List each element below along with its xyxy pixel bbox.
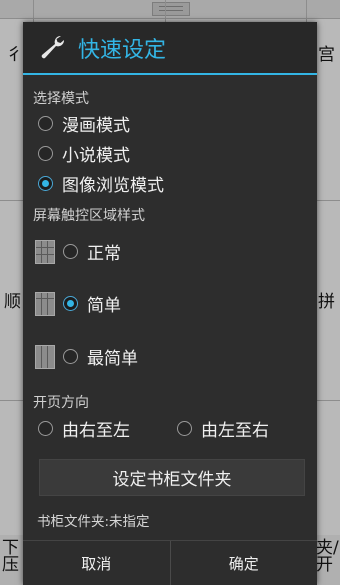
radio-button[interactable] (63, 244, 78, 259)
quick-settings-dialog: 快速设定 选择模式 漫画模式 小说模式 图像浏览模式 屏幕触控区域样式 正常 简… (23, 22, 317, 585)
edge-glyph: 彳 (6, 45, 23, 65)
set-folder-button[interactable]: 设定书柜文件夹 (39, 459, 305, 496)
touch-option-label: 正常 (87, 244, 121, 264)
mode-option-image[interactable]: 图像浏览模式 (38, 171, 164, 196)
radio-button[interactable] (38, 146, 53, 161)
mode-option-label: 漫画模式 (62, 116, 130, 136)
mode-option-label: 图像浏览模式 (62, 176, 164, 196)
direction-option-label: 由左至右 (201, 421, 269, 441)
mode-option-label: 小说模式 (62, 146, 130, 166)
wrench-icon (41, 35, 65, 59)
mode-option-novel[interactable]: 小说模式 (38, 141, 130, 166)
grid-layout-simplest-icon (35, 344, 55, 369)
touch-section-label: 屏幕触控区域样式 (33, 208, 145, 224)
touch-option-normal[interactable]: 正常 (35, 239, 121, 264)
ok-button[interactable]: 确定 (171, 541, 318, 585)
edge-glyph: 下压 (2, 538, 19, 575)
mode-section-label: 选择模式 (33, 91, 89, 107)
radio-button[interactable] (63, 349, 78, 364)
grid-layout-normal-icon (35, 239, 55, 264)
radio-button[interactable] (177, 421, 192, 436)
radio-button-checked[interactable] (63, 296, 78, 311)
radio-button[interactable] (38, 421, 53, 436)
dialog-footer: 取消 确定 (23, 540, 317, 585)
cancel-button[interactable]: 取消 (23, 541, 170, 585)
direction-option-ltr[interactable]: 由左至右 (177, 416, 269, 441)
radio-button[interactable] (38, 116, 53, 131)
edge-glyph: 夹/开 (316, 538, 339, 575)
dialog-title-bar: 快速设定 (23, 22, 317, 75)
touch-option-simplest[interactable]: 最简单 (35, 344, 138, 369)
radio-button-checked[interactable] (38, 176, 53, 191)
mode-option-comic[interactable]: 漫画模式 (38, 111, 130, 136)
menu-handle[interactable] (152, 2, 190, 16)
edge-glyph: 宫 (318, 45, 335, 65)
edge-glyph: 拼 (318, 292, 335, 312)
direction-option-rtl[interactable]: 由右至左 (38, 416, 130, 441)
touch-option-label: 最简单 (87, 349, 138, 369)
grid-layout-simple-icon (35, 291, 55, 316)
touch-option-simple[interactable]: 简单 (35, 291, 121, 316)
direction-section-label: 开页方向 (33, 395, 89, 411)
title-divider (23, 73, 317, 75)
direction-option-label: 由右至左 (62, 421, 130, 441)
touch-option-label: 简单 (87, 296, 121, 316)
edge-glyph: 顺 (4, 292, 21, 312)
folder-status-text: 书柜文件夹:未指定 (37, 514, 150, 530)
dialog-title: 快速设定 (78, 38, 167, 63)
